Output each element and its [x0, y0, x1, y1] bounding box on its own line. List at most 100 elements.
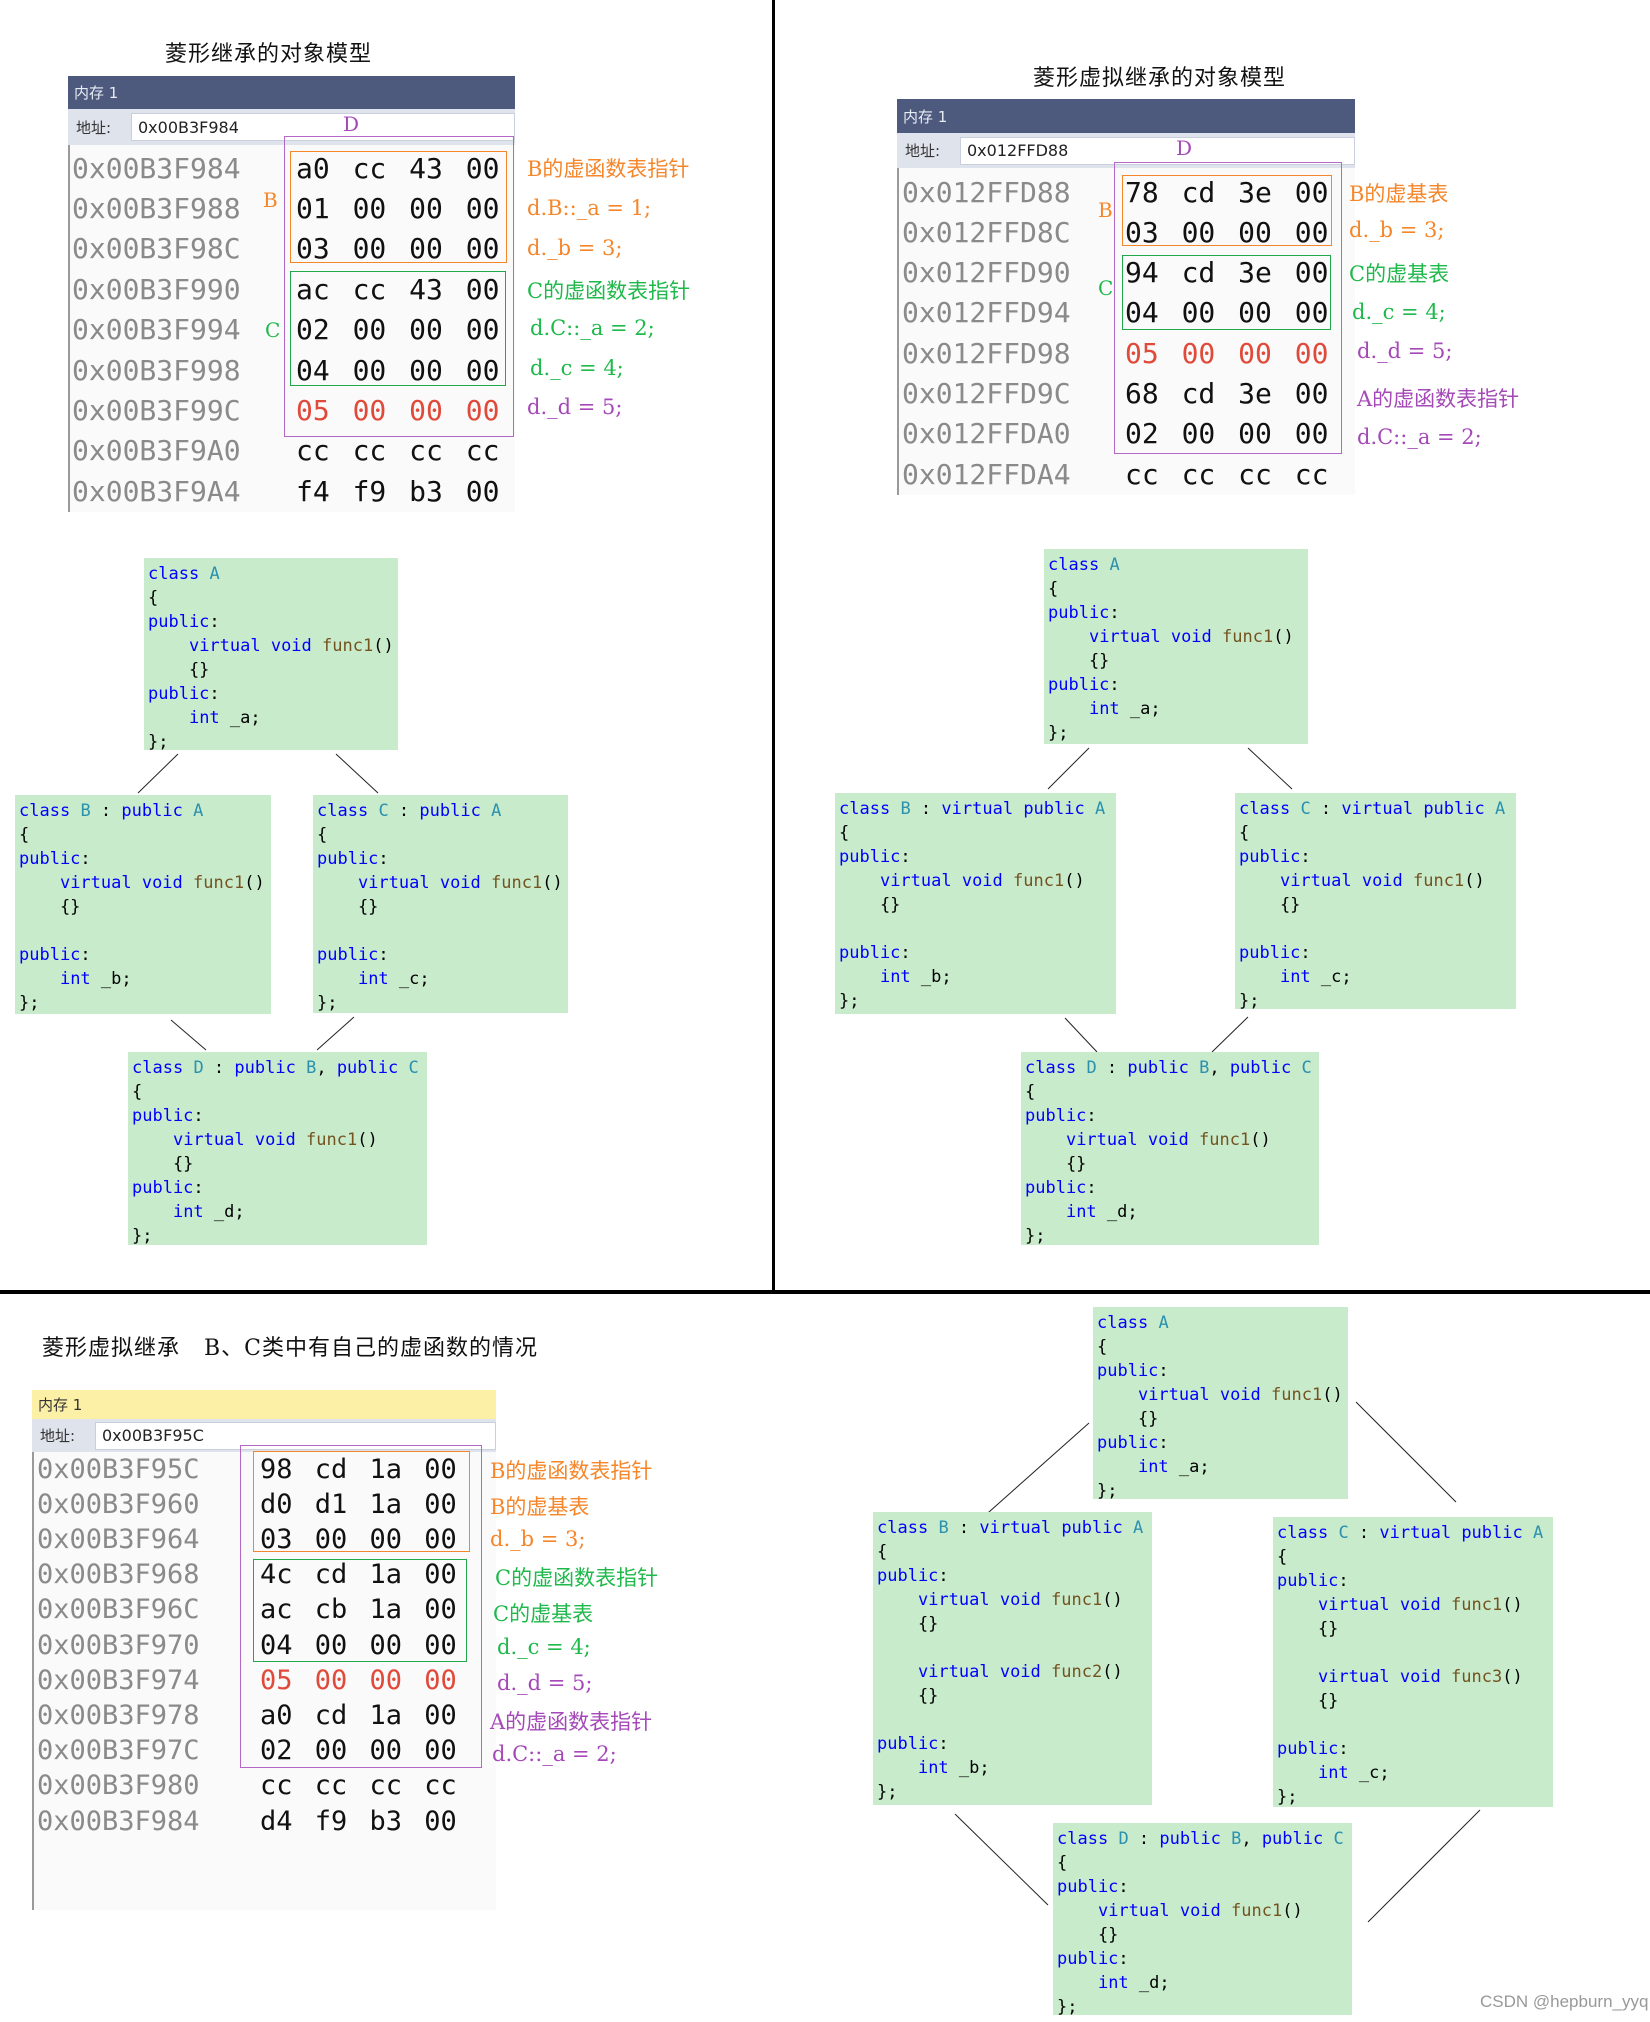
base-class-name: C: [1301, 1058, 1312, 1078]
memory-address: 0x012FFD90: [902, 256, 1071, 290]
base-class-name: B: [1199, 1058, 1210, 1078]
edge-a-c: [335, 753, 379, 794]
memory-address: 0x00B3F960: [37, 1488, 200, 1520]
memory-row: 0x00B3F9A4 f4 f9 b3 00: [72, 471, 499, 511]
memory-bytes: d4 f9 b3 00: [260, 1805, 457, 1837]
edge-c-d: [1211, 1016, 1249, 1053]
memory-row: 0x00B3F974 05 00 00 00: [37, 1660, 457, 1700]
annotation: d.B::_a = 1;: [527, 196, 652, 220]
code-line: public:: [1239, 847, 1311, 867]
code-line: {}: [1239, 895, 1301, 915]
keyword: public: [1159, 1829, 1221, 1849]
edge-b-d: [1064, 1017, 1098, 1053]
code-line: int _b;: [59, 969, 132, 989]
function-name: func1: [1231, 1901, 1283, 1921]
code-line: public:: [1048, 603, 1120, 623]
memory-row: 0x00B3F97C 02 00 00 00: [37, 1731, 457, 1771]
memory-address: 0x00B3F978: [37, 1699, 200, 1731]
keyword: virtual void: [1317, 1595, 1441, 1615]
code-line: public:: [877, 1734, 949, 1754]
memory-row: 0x00B3F978 a0 cd 1a 00: [37, 1695, 457, 1735]
keyword: public: [419, 801, 481, 821]
function-name: func1: [1013, 871, 1065, 891]
memory-address: 0x00B3F9A4: [72, 474, 241, 508]
keyword: class: [877, 1518, 929, 1538]
annotation: C的虚基表: [493, 1602, 594, 1626]
code-line: public:: [1277, 1739, 1349, 1759]
region-d-label: D: [343, 112, 360, 136]
code-line: virtual void func1(): [188, 636, 394, 656]
memory-window-border: [32, 1452, 34, 1910]
keyword: public: [148, 612, 210, 632]
keyword: public: [839, 847, 901, 867]
code-line: {: [877, 1542, 888, 1562]
function-name: func1: [1413, 871, 1465, 891]
code-line: {: [317, 825, 328, 845]
function-name: func1: [306, 1130, 358, 1150]
keyword: virtual: [1341, 799, 1414, 819]
code-line: public:: [148, 684, 220, 704]
edge-a-b: [137, 753, 179, 794]
annotation: d.C::_a = 2;: [492, 1742, 617, 1766]
keyword: virtual void: [1317, 1667, 1441, 1687]
code-line: virtual void func1(): [357, 873, 563, 893]
keyword: public: [1127, 1058, 1189, 1078]
memory-row: 0x00B3F980 cc cc cc cc: [37, 1766, 457, 1806]
memory-row: 0x00B3F984 d4 f9 b3 00: [37, 1801, 457, 1841]
section-title: 菱形虚拟继承的对象模型: [1033, 66, 1287, 91]
code-line: {}: [132, 1154, 194, 1174]
class-name: D: [1086, 1058, 1097, 1078]
region-b-outline: [1122, 175, 1332, 246]
annotation: d._d = 5;: [527, 395, 623, 419]
memory-row: 0x00B3F95C 98 cd 1a 00: [37, 1449, 457, 1489]
memory-address: 0x00B3F968: [37, 1559, 200, 1591]
code-line: {}: [877, 1686, 939, 1706]
code-line: {}: [1048, 651, 1110, 671]
annotation: C的虚基表: [1349, 262, 1450, 286]
keyword: class: [148, 564, 200, 584]
keyword: public: [1277, 1739, 1339, 1759]
code-line: int _b;: [917, 1758, 990, 1778]
function-name: func1: [491, 873, 543, 893]
code-line: int _a;: [188, 708, 261, 728]
keyword: public: [121, 801, 183, 821]
code-line: {: [1097, 1337, 1108, 1357]
memory-row: 0x00B3F994 02 00 00 00: [72, 310, 499, 350]
code-line: int _a;: [1137, 1457, 1210, 1477]
keyword: public: [148, 684, 210, 704]
base-class-name: A: [193, 801, 204, 821]
code-line: {: [1057, 1853, 1068, 1873]
class-declaration: class C : virtual public A: [1239, 799, 1506, 819]
code-line: };: [1057, 1997, 1078, 2017]
class-declaration: class A: [1097, 1311, 1344, 1335]
base-class-name: B: [306, 1058, 317, 1078]
class-d-code: class D : public B, public C {public: vir…: [1053, 1823, 1352, 2017]
keyword: public: [1057, 1877, 1119, 1897]
keyword: virtual void: [188, 636, 312, 656]
memory-window-border: [68, 145, 70, 512]
code-line: {: [19, 825, 30, 845]
memory-window-title: 内存 1: [897, 99, 1355, 133]
keyword: public: [1048, 675, 1110, 695]
class-name: A: [1109, 555, 1120, 575]
memory-bytes: f4 f9 b3 00: [296, 474, 500, 508]
memory-address: 0x00B3F998: [72, 353, 241, 387]
address-input[interactable]: 0x012FFD88: [960, 136, 1355, 165]
memory-address: 0x012FFD8C: [902, 215, 1071, 249]
code-line: {}: [877, 1614, 939, 1634]
code-line: {}: [1277, 1619, 1339, 1639]
memory-window-title: 内存 1: [68, 76, 515, 109]
horizontal-divider: [0, 1290, 1650, 1294]
memory-address: 0x00B3F988: [72, 191, 241, 225]
function-name: func1: [322, 636, 374, 656]
code-line: virtual void func1(): [1097, 1901, 1303, 1921]
keyword: class: [1239, 799, 1291, 819]
annotation: B的虚基表: [490, 1495, 590, 1519]
code-line: public:: [317, 945, 389, 965]
edge-a-c: [1247, 747, 1293, 790]
code-line: {: [839, 823, 850, 843]
